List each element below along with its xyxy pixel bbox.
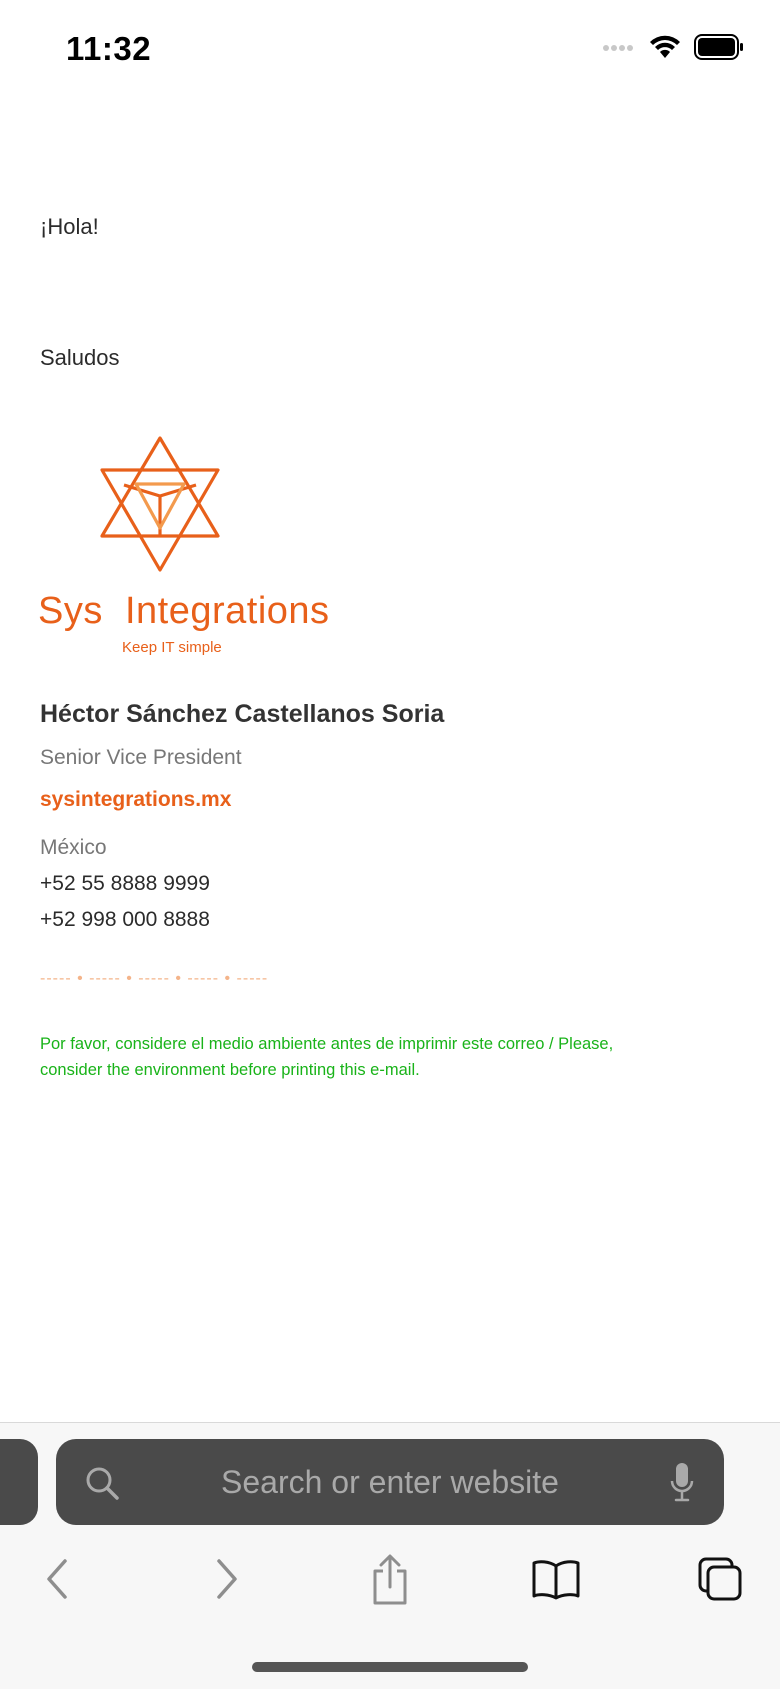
mic-icon[interactable] [670, 1461, 694, 1503]
brand-tagline: Keep IT simple [122, 639, 222, 656]
signature-name: Héctor Sánchez Castellanos Soria [40, 700, 445, 728]
signature-title: Senior Vice President [40, 746, 242, 769]
email-closing: Saludos [40, 345, 120, 370]
share-icon [370, 1553, 410, 1610]
wifi-icon [648, 34, 682, 65]
environment-note: Por favor, considere el medio ambiente a… [40, 1035, 614, 1079]
email-greeting: ¡Hola! [40, 214, 99, 239]
tabs-icon [697, 1556, 743, 1607]
tabs-button[interactable] [692, 1553, 748, 1609]
search-icon [84, 1465, 120, 1501]
status-time: 11:32 [66, 30, 152, 67]
share-button[interactable] [362, 1553, 418, 1609]
brand-name: Sys Integrations [38, 590, 330, 632]
bookmarks-button[interactable] [528, 1553, 584, 1609]
home-indicator[interactable] [252, 1662, 528, 1672]
navigation-row [0, 1553, 780, 1609]
back-icon [43, 1557, 73, 1606]
status-icons [602, 33, 744, 65]
back-button[interactable] [30, 1553, 86, 1609]
address-placeholder[interactable]: Search or enter website [56, 1439, 724, 1525]
bookmarks-icon [531, 1558, 581, 1605]
forward-button[interactable] [198, 1553, 254, 1609]
signature-divider: ----- • ----- • ----- • ----- • ----- [40, 970, 269, 987]
signature-website-link[interactable]: sysintegrations.mx [40, 788, 231, 812]
address-bar[interactable]: Search or enter website [56, 1439, 724, 1525]
cellular-signal-icon [602, 40, 636, 58]
signature-phone-2[interactable]: +52 998 000 8888 [40, 908, 210, 932]
battery-icon [694, 33, 744, 65]
signature-country: México [40, 836, 107, 859]
forward-icon [211, 1557, 241, 1606]
browser-toolbar: Search or enter website [0, 1422, 780, 1689]
previous-tab-preview[interactable] [0, 1439, 38, 1525]
status-bar: 11:32 [0, 0, 780, 100]
signature-phone-1[interactable]: +52 55 8888 9999 [40, 872, 210, 896]
